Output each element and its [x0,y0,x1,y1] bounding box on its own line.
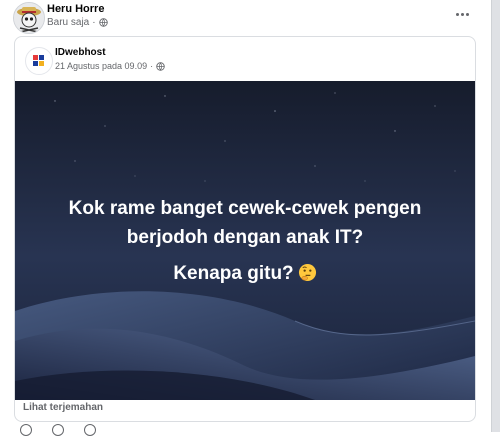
separator-dot: · [92,17,96,28]
more-options-icon[interactable] [450,4,474,24]
globe-icon[interactable] [98,18,108,27]
comment-icon[interactable] [52,424,64,436]
like-icon[interactable] [20,424,32,436]
image-text-line2: berjodoh dengan anak IT? [126,227,364,248]
image-text-line1: Kok rame banget cewek-cewek pengen [68,198,422,219]
scrollbar-track[interactable] [491,0,500,432]
see-translation-link[interactable]: Lihat terjemahan [23,402,103,413]
separator-dot: · [150,61,154,71]
idwebhost-avatar[interactable] [25,47,53,75]
share-icon[interactable] [84,424,96,436]
post-image[interactable]: Kok rame banget cewek-cewek pengen berjo… [15,81,475,400]
thinking-face-icon [298,263,316,282]
skull-avatar-icon [14,3,44,33]
post-card: Heru Horre Baru saja · IDwebhost 21 Agus… [0,0,490,436]
shared-post-meta: 21 Agustus pada 09.09 · [55,61,165,71]
idwebhost-logo-icon [33,55,44,66]
author-name[interactable]: Heru Horre [47,3,104,15]
shared-post-timestamp[interactable]: 21 Agustus pada 09.09 [55,61,147,71]
image-text-question: Kenapa gitu? [173,263,294,284]
post-meta: Baru saja · [47,17,108,28]
globe-icon[interactable] [156,61,165,71]
post-actions [20,424,96,436]
author-avatar[interactable] [13,2,45,34]
image-text-line3: Kenapa gitu? [15,259,475,288]
shared-author-name[interactable]: IDwebhost [55,47,106,58]
post-timestamp[interactable]: Baru saja [47,17,89,28]
shared-post[interactable]: IDwebhost 21 Agustus pada 09.09 · Kok ra… [14,36,476,422]
